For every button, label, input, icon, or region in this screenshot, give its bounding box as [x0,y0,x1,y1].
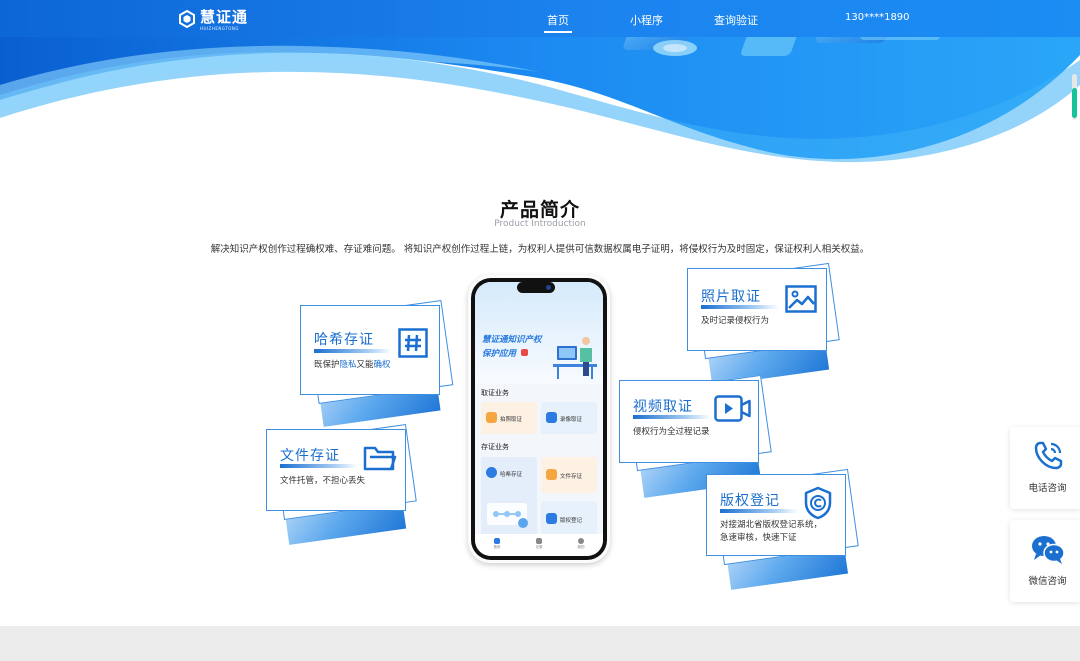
tile-label: 版权登记 [560,518,583,524]
video-camera-icon [546,412,557,423]
card-desc-part: 又能 [356,360,374,370]
tab-label: 我的 [577,545,585,549]
video-icon [714,395,751,422]
records-icon [536,538,542,544]
card-title-bar [701,305,779,309]
nav-mini-program[interactable]: 小程序 [630,12,663,28]
office-illustration-icon [553,337,597,379]
section-evidence-label: 取证业务 [481,389,509,397]
tile-video-evidence[interactable]: 录像取证 [541,402,597,434]
app-tab-home[interactable]: 首页 [487,538,507,550]
tab-label: 记录 [535,545,543,549]
scroll-thumb[interactable] [1072,88,1077,118]
nav-home[interactable]: 首页 [544,12,572,33]
document-icon [546,469,557,480]
camera-dot-icon [546,285,551,290]
top-navbar: 慧证通 HUIZHENGTONG 首页 小程序 查询验证 130****1890 [0,0,1080,37]
image-icon [785,285,817,313]
card-title-bar [314,349,392,353]
phone-call-icon [1034,441,1063,470]
nav-query-verify[interactable]: 查询验证 [714,12,758,28]
card-title: 照片取证 [701,289,761,305]
card-desc-line: 急速审核，快速下证 [720,533,797,543]
user-icon [578,538,584,544]
card-title-bar [633,415,711,419]
footer-strip [0,626,1080,661]
card-front: 照片取证 及时记录侵权行为 [687,268,827,351]
tile-file-deposit[interactable]: 文件存证 [541,457,597,493]
phone-screen: 慧证通知识产权 保护应用 取证业务 拍照取证 录像取证 存证业务 哈希存证 文件… [475,282,603,556]
card-desc: 侵权行为全过程记录 [633,427,710,437]
app-hero-title-text: 保护应用 [482,349,517,359]
app-tab-bar: 首页 记录 我的 [475,534,603,556]
card-desc: 对接湖北省版权登记系统， 急速审核，快速下证 [720,519,822,545]
card-front: 版权登记 对接湖北省版权登记系统， 急速审核，快速下证 [706,474,846,556]
tile-label: 文件存证 [560,474,583,480]
tile-copyright-registration[interactable]: 版权登记 [541,501,597,537]
card-desc-line: 对接湖北省版权登记系统， [720,520,823,530]
card-title: 哈希存证 [314,332,374,348]
card-title-bar [720,509,798,513]
card-front: 哈希存证 既保护隐私又能确权 [300,305,440,395]
logo-text-group: 慧证通 HUIZHENGTONG [200,7,249,32]
home-icon [494,538,500,544]
app-hero-title-2: 保护应用 [482,347,528,359]
card-front: 文件存证 文件托管，不担心丢失 [266,429,406,511]
phone-consult-button[interactable]: 电话咨询 [1010,427,1080,509]
copyright-shield-icon [804,486,832,520]
card-desc: 及时记录侵权行为 [701,316,770,326]
tab-label: 首页 [493,545,501,549]
shield-badge-icon [520,349,528,356]
app-tab-records[interactable]: 记录 [529,538,549,550]
brand-subtitle: HUIZHENGTONG [200,26,240,31]
camera-icon [486,412,497,423]
app-hero-title-1: 慧证通知识产权 [482,335,542,345]
hash-circle-icon [486,467,497,478]
tile-label: 拍照取证 [500,417,523,423]
card-desc-highlight: 隐私 [339,360,357,370]
folder-icon [363,446,397,471]
wechat-consult-button[interactable]: 微信咨询 [1010,520,1080,602]
card-desc: 既保护隐私又能确权 [314,359,391,372]
logo-icon [179,10,195,28]
hash-icon [398,328,428,358]
card-desc-part: 既保护 [314,360,340,370]
blockchain-illustration-icon [487,503,528,528]
phone-notch [517,282,555,293]
tile-photo-evidence[interactable]: 拍照取证 [481,402,537,434]
card-title: 视频取证 [633,399,693,415]
section-title: 产品简介 [499,199,580,221]
brand-logo[interactable]: 慧证通 HUIZHENGTONG [178,7,248,31]
card-front: 视频取证 侵权行为全过程记录 [619,380,759,463]
user-phone[interactable]: 130****1890 [845,12,910,23]
phone-mockup: 慧证通知识产权 保护应用 取证业务 拍照取证 录像取证 存证业务 哈希存证 文件… [468,275,610,563]
tile-label: 哈希存证 [500,472,523,478]
phone-consult-label: 电话咨询 [1028,483,1067,494]
card-title-bar [280,464,358,468]
card-desc: 文件托管，不担心丢失 [280,476,366,486]
wechat-icon [1032,536,1065,564]
wechat-consult-label: 微信咨询 [1028,576,1067,587]
app-tab-me[interactable]: 我的 [571,538,591,550]
tile-hash-deposit[interactable]: 哈希存证 [481,457,537,537]
page-scroll-indicator[interactable] [1072,74,1077,120]
tile-label: 录像取证 [560,417,583,423]
card-title: 版权登记 [720,493,780,509]
section-subtitle: Product Introduction [494,219,586,229]
section-description: 解决知识产权创作过程确权难、存证难问题。 将知识产权创作过程上链，为权利人提供可… [210,244,870,255]
card-title: 文件存证 [280,448,340,464]
register-icon [546,513,557,524]
brand-name: 慧证通 [200,8,249,26]
card-desc-highlight: 确权 [373,360,391,370]
section-deposit-label: 存证业务 [481,443,509,451]
